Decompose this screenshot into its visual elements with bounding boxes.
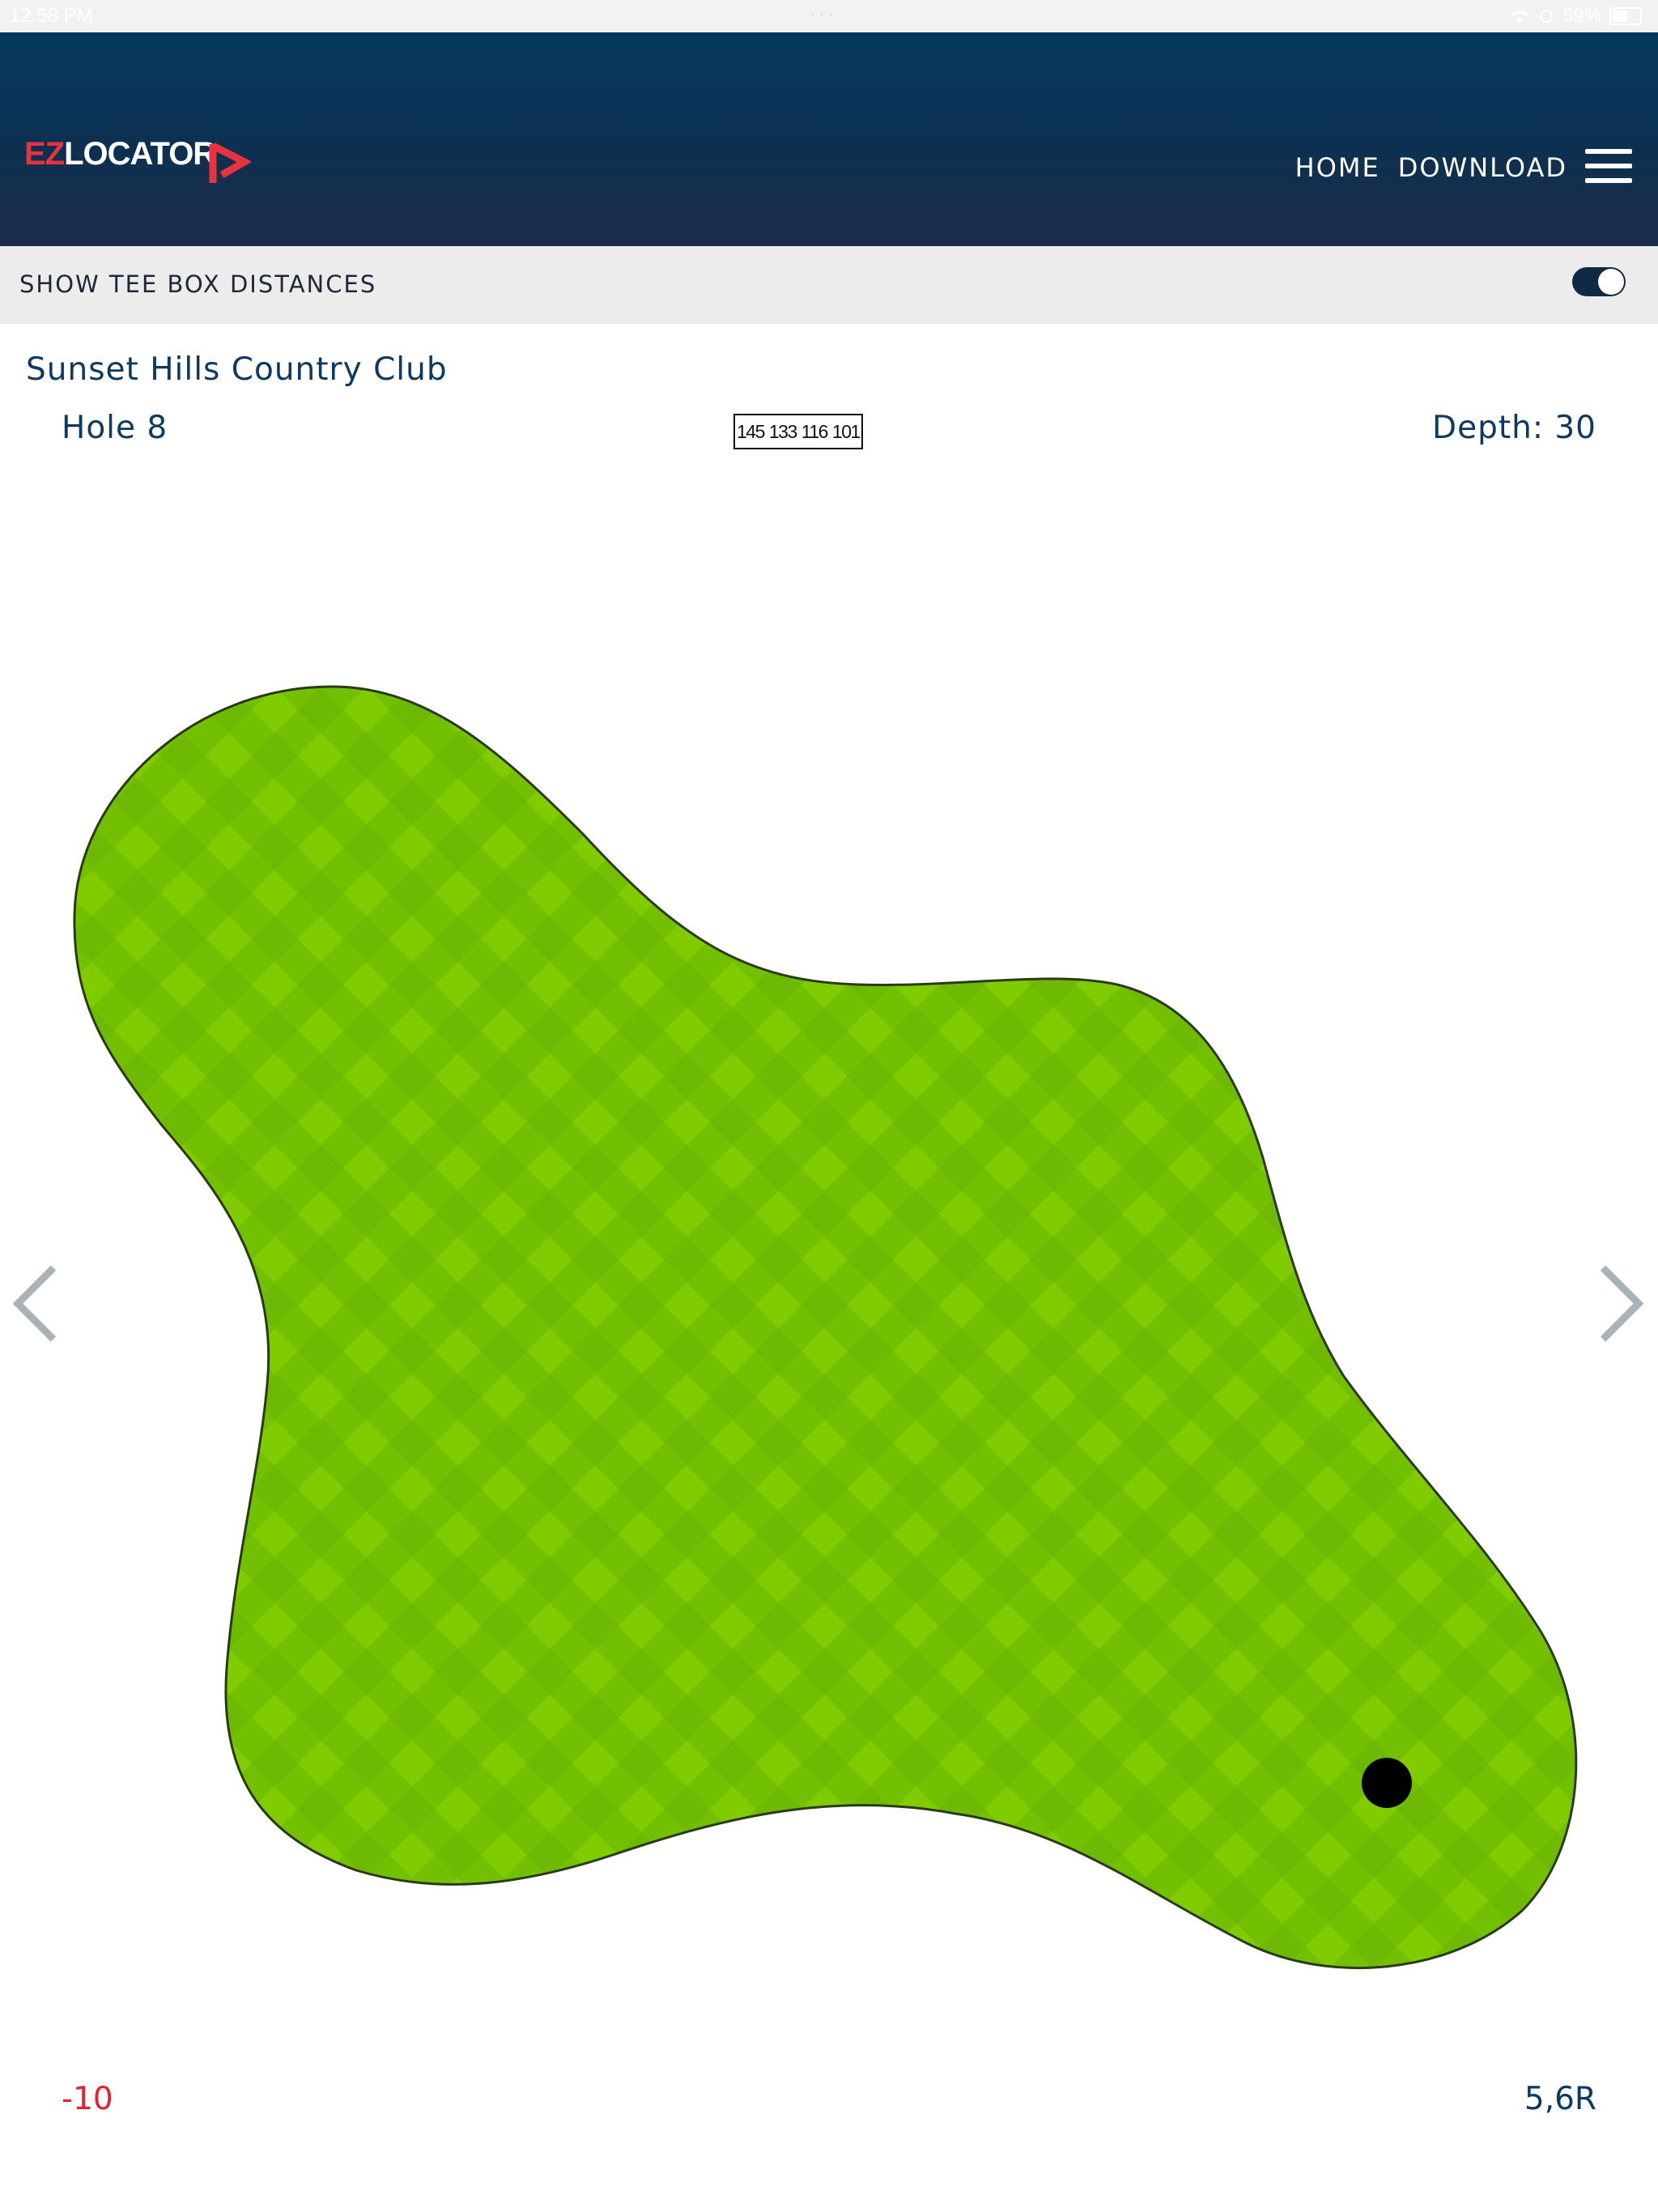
previous-hole-arrow-icon[interactable]	[8, 1263, 65, 1344]
pin-location-value: 5,6R	[1524, 2081, 1596, 2117]
pin-offset-value: -10	[62, 2081, 113, 2117]
putting-green	[73, 685, 1578, 1970]
green-surface	[73, 685, 1578, 1970]
next-hole-arrow-icon[interactable]	[1592, 1263, 1648, 1344]
pin-hole	[1362, 1758, 1412, 1808]
